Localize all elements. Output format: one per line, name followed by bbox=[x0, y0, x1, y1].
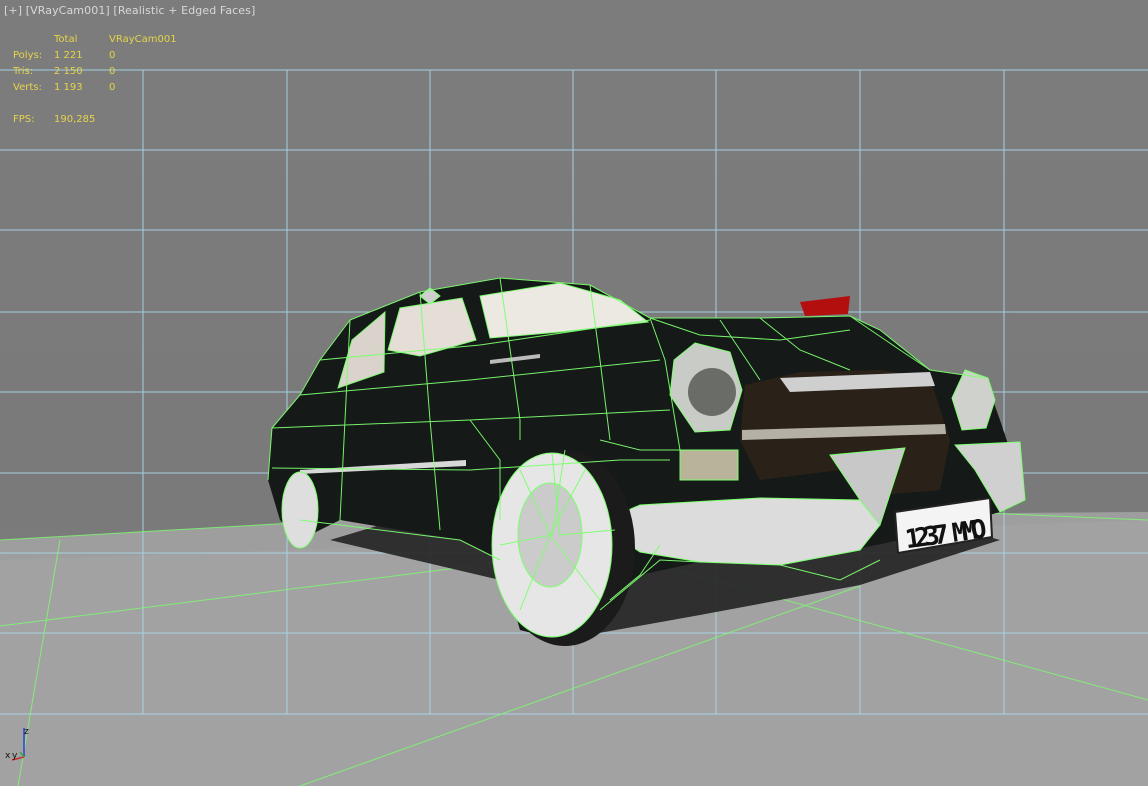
stats-fps-value: 190,285 bbox=[54, 114, 96, 125]
viewport-label-menu[interactable]: [+] [VRayCam001] [Realistic + Edged Face… bbox=[4, 4, 255, 17]
stats-label: Verts: bbox=[13, 82, 42, 93]
car-tail-light bbox=[800, 296, 850, 316]
stats-object: 0 bbox=[109, 66, 116, 77]
stats-total: 1 221 bbox=[54, 50, 83, 61]
stats-label: Tris: bbox=[13, 66, 34, 77]
viewport-shading-menu[interactable]: [Realistic + Edged Faces] bbox=[113, 4, 255, 17]
car-fog-lamp bbox=[679, 449, 739, 481]
stats-object: 0 bbox=[109, 82, 116, 93]
stats-object: 0 bbox=[109, 50, 116, 61]
stats-total: 2 150 bbox=[54, 66, 83, 77]
stats-header-total: Total bbox=[54, 34, 78, 45]
viewport-general-menu[interactable]: [+] bbox=[4, 4, 22, 17]
axis-z-label: z bbox=[24, 727, 29, 737]
viewport-camera-menu[interactable]: [VRayCam001] bbox=[26, 4, 110, 17]
axis-y-label: y bbox=[12, 751, 18, 761]
axis-x-label: x bbox=[5, 751, 11, 761]
3d-viewport[interactable]: 1237 MMO z x y [+] [VRayCam001] [Realist… bbox=[0, 0, 1148, 786]
car-headlight-left-lens bbox=[688, 368, 736, 416]
stats-total: 1 193 bbox=[54, 82, 83, 93]
stats-header-object: VRayCam001 bbox=[109, 34, 177, 45]
stats-fps-label: FPS: bbox=[13, 114, 35, 125]
scene-render[interactable]: 1237 MMO z x y bbox=[0, 0, 1148, 786]
car-rear-wheel bbox=[281, 471, 319, 549]
stats-label: Polys: bbox=[13, 50, 43, 61]
